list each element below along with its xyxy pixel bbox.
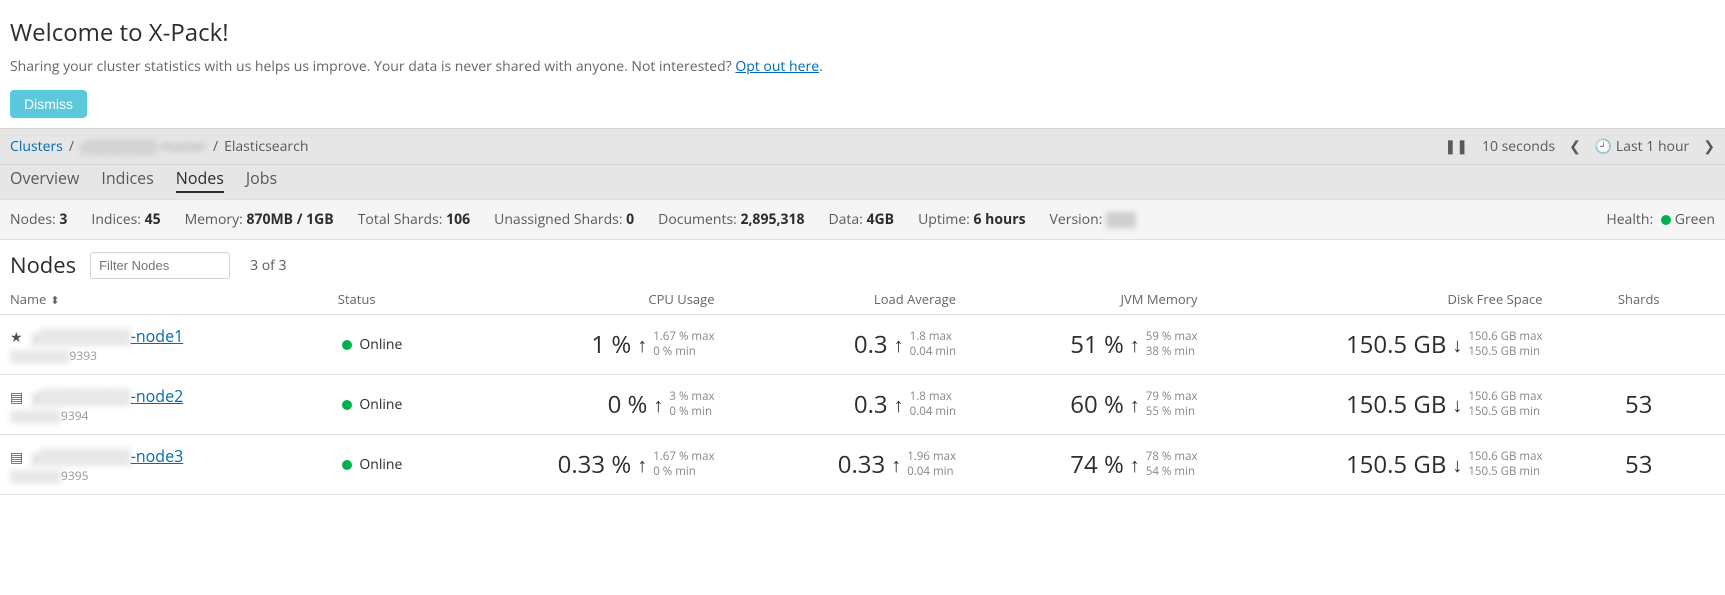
node-name-link[interactable]: y▒▒▒▒▒▒▒▒-node3 xyxy=(32,445,183,467)
shards-value: 53 xyxy=(1553,435,1725,495)
jvm-metric: 74 %↑78 % max54 % min xyxy=(976,448,1198,481)
arrow-down-icon: ↓ xyxy=(1452,331,1462,358)
cpu-metric: 0 %↑3 % max0 % min xyxy=(493,388,715,421)
tab-indices[interactable]: Indices xyxy=(101,165,153,193)
stat-data: Data: 4GB xyxy=(828,210,894,229)
time-range[interactable]: 🕘 Last 1 hour xyxy=(1595,137,1689,156)
col-name[interactable]: Name⬍ xyxy=(0,284,328,315)
arrow-up-icon: ↑ xyxy=(1130,391,1140,418)
node-status: Online xyxy=(328,435,483,495)
shards-value: 53 xyxy=(1553,375,1725,435)
stat-version: Version: ▒▒▒ xyxy=(1050,210,1136,229)
server-icon: ▤ xyxy=(10,448,26,467)
load-metric: 0.33↑1.96 max0.04 min xyxy=(735,448,957,481)
load-metric: 0.3↑1.8 max0.04 min xyxy=(735,388,957,421)
node-status: Online xyxy=(328,375,483,435)
section-header: Nodes 3 of 3 xyxy=(0,240,1725,284)
nodes-table: Name⬍ Status CPU Usage Load Average JVM … xyxy=(0,284,1725,495)
stat-total-shards: Total Shards: 106 xyxy=(358,210,470,229)
star-icon: ★ xyxy=(10,328,26,347)
col-cpu[interactable]: CPU Usage xyxy=(483,284,725,315)
arrow-down-icon: ↓ xyxy=(1452,451,1462,478)
load-metric: 0.3↑1.8 max0.04 min xyxy=(735,328,957,361)
welcome-banner: Welcome to X-Pack! Sharing your cluster … xyxy=(0,0,1725,128)
stat-nodes: Nodes: 3 xyxy=(10,210,67,229)
stat-documents: Documents: 2,895,318 xyxy=(658,210,804,229)
chevron-right-icon[interactable]: ❯ xyxy=(1703,137,1715,156)
shards-value xyxy=(1553,315,1725,375)
tab-nodes[interactable]: Nodes xyxy=(176,165,224,193)
breadcrumb-bar: Clusters / y▒▒▒▒▒▒▒-master / Elasticsear… xyxy=(0,128,1725,165)
welcome-text: Sharing your cluster statistics with us … xyxy=(10,57,1715,76)
col-load[interactable]: Load Average xyxy=(725,284,967,315)
sort-asc-icon: ⬍ xyxy=(50,293,59,308)
col-shards[interactable]: Shards xyxy=(1553,284,1725,315)
welcome-heading: Welcome to X-Pack! xyxy=(10,16,1715,49)
status-dot-icon xyxy=(342,460,352,470)
status-dot-icon xyxy=(342,400,352,410)
table-row: ▤ y▒▒▒▒▒▒▒▒-node3 ▒▒▒▒▒▒9395 Online 0.33 … xyxy=(0,435,1725,495)
cpu-metric: 0.33 %↑1.67 % max0 % min xyxy=(493,448,715,481)
arrow-up-icon: ↑ xyxy=(894,391,904,418)
tab-jobs[interactable]: Jobs xyxy=(246,165,277,193)
arrow-up-icon: ↑ xyxy=(637,451,647,478)
server-icon: ▤ xyxy=(10,388,26,407)
arrow-up-icon: ↑ xyxy=(894,331,904,358)
col-status[interactable]: Status xyxy=(328,284,483,315)
node-transport-address: ▒▒▒▒▒▒▒9393 xyxy=(10,347,318,364)
disk-metric: 150.5 GB↓150.6 GB max150.5 GB min xyxy=(1218,328,1543,361)
arrow-up-icon: ↑ xyxy=(653,391,663,418)
disk-metric: 150.5 GB↓150.6 GB max150.5 GB min xyxy=(1218,388,1543,421)
pause-icon[interactable]: ❚❚ xyxy=(1445,137,1468,156)
tab-overview[interactable]: Overview xyxy=(10,165,79,193)
cpu-metric: 1 %↑1.67 % max0 % min xyxy=(493,328,715,361)
arrow-up-icon: ↑ xyxy=(891,451,901,478)
col-jvm[interactable]: JVM Memory xyxy=(966,284,1208,315)
breadcrumb-cluster-name[interactable]: y▒▒▒▒▒▒▒-master xyxy=(80,137,207,156)
node-transport-address: ▒▒▒▒▒▒9395 xyxy=(10,467,318,484)
filter-nodes-input[interactable] xyxy=(90,252,230,279)
arrow-down-icon: ↓ xyxy=(1452,391,1462,418)
section-title: Nodes xyxy=(10,250,76,280)
arrow-up-icon: ↑ xyxy=(1130,451,1140,478)
clock-icon: 🕘 xyxy=(1595,137,1612,156)
stat-uptime: Uptime: 6 hours xyxy=(918,210,1025,229)
table-row: ★ y▒▒▒▒▒▒▒▒-node1 ▒▒▒▒▒▒▒9393 Online 1 %↑… xyxy=(0,315,1725,375)
stat-health: Health: Green xyxy=(1606,210,1715,229)
breadcrumb-current: Elasticsearch xyxy=(224,137,308,156)
dismiss-button[interactable]: Dismiss xyxy=(10,90,87,118)
stat-memory: Memory: 870MB / 1GB xyxy=(185,210,334,229)
stats-bar: Nodes: 3 Indices: 45 Memory: 870MB / 1GB… xyxy=(0,199,1725,240)
node-transport-address: ▒▒▒▒▒▒9394 xyxy=(10,407,318,424)
time-controls: ❚❚ 10 seconds ❮ 🕘 Last 1 hour ❯ xyxy=(1445,137,1716,156)
table-row: ▤ y▒▒▒▒▒▒▒▒-node2 ▒▒▒▒▒▒9394 Online 0 %↑3… xyxy=(0,375,1725,435)
jvm-metric: 60 %↑79 % max55 % min xyxy=(976,388,1198,421)
health-dot-icon xyxy=(1661,215,1671,225)
node-name-link[interactable]: y▒▒▒▒▒▒▒▒-node1 xyxy=(32,325,183,347)
chevron-left-icon[interactable]: ❮ xyxy=(1569,137,1581,156)
status-dot-icon xyxy=(342,340,352,350)
opt-out-link[interactable]: Opt out here xyxy=(735,57,819,76)
stat-indices: Indices: 45 xyxy=(91,210,160,229)
breadcrumb: Clusters / y▒▒▒▒▒▒▒-master / Elasticsear… xyxy=(10,137,308,156)
jvm-metric: 51 %↑59 % max38 % min xyxy=(976,328,1198,361)
col-disk[interactable]: Disk Free Space xyxy=(1208,284,1553,315)
breadcrumb-clusters[interactable]: Clusters xyxy=(10,137,63,156)
refresh-interval[interactable]: 10 seconds xyxy=(1482,137,1555,156)
stat-unassigned: Unassigned Shards: 0 xyxy=(494,210,634,229)
disk-metric: 150.5 GB↓150.6 GB max150.5 GB min xyxy=(1218,448,1543,481)
tabs: Overview Indices Nodes Jobs xyxy=(0,165,1725,199)
node-count: 3 of 3 xyxy=(250,256,286,275)
node-status: Online xyxy=(328,315,483,375)
arrow-up-icon: ↑ xyxy=(1130,331,1140,358)
arrow-up-icon: ↑ xyxy=(637,331,647,358)
node-name-link[interactable]: y▒▒▒▒▒▒▒▒-node2 xyxy=(32,385,183,407)
